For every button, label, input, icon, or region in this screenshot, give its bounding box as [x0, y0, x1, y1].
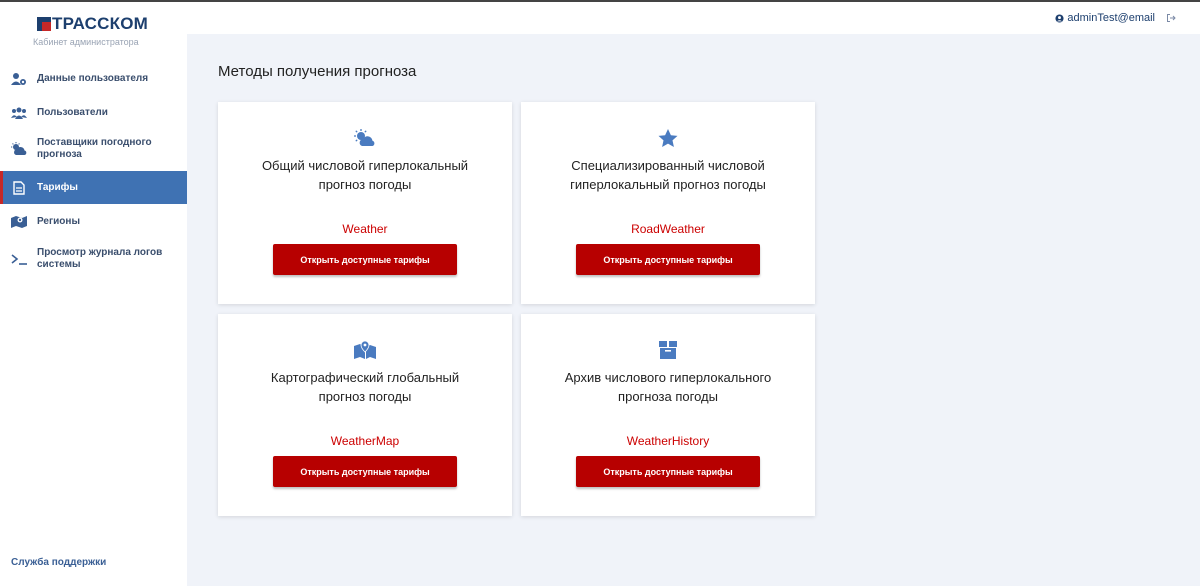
- sidebar-item-label: Регионы: [37, 216, 80, 227]
- terminal-icon: [11, 251, 27, 267]
- sidebar-item-user-data[interactable]: Данные пользователя: [0, 68, 187, 90]
- sidebar-item-regions[interactable]: Регионы: [0, 211, 187, 233]
- support-link[interactable]: Служба поддержки: [11, 557, 106, 568]
- sidebar-item-label: Данные пользователя: [37, 73, 149, 84]
- users-icon: [11, 105, 27, 121]
- user-menu[interactable]: adminTest@email: [1055, 12, 1176, 24]
- card-road-weather: Специализированный числовой гиперлокальн…: [521, 102, 815, 304]
- card-title: Картографический глобальный прогноз пого…: [270, 370, 460, 404]
- open-tariffs-button[interactable]: Открыть доступные тарифы: [576, 244, 760, 275]
- brand-logo[interactable]: ТРАССКОМ: [37, 14, 148, 34]
- sidebar-item-label: Пользователи: [37, 107, 108, 118]
- card-code: Weather: [342, 222, 388, 236]
- card-code: WeatherMap: [330, 434, 400, 448]
- card-title: Общий числовой гиперлокальный прогноз по…: [261, 158, 469, 192]
- card-title: Специализированный числовой гиперлокальн…: [570, 158, 766, 192]
- sidebar: ТРАССКОМ Кабинет администратора Данные п…: [0, 0, 187, 586]
- main-content: Методы получения прогноза Общий числовой…: [187, 34, 1200, 586]
- brand-name: ТРАССКОМ: [52, 14, 148, 33]
- sidebar-item-system-logs[interactable]: Просмотр журнала логов системы: [0, 244, 187, 274]
- open-tariffs-button[interactable]: Открыть доступные тарифы: [576, 456, 760, 487]
- card-weather: Общий числовой гиперлокальный прогноз по…: [218, 102, 512, 304]
- sidebar-item-users[interactable]: Пользователи: [0, 102, 187, 124]
- user-circle-icon: [1055, 13, 1064, 23]
- sidebar-item-label: Тарифы: [37, 181, 78, 193]
- card-weather-history: Архив числового гиперлокального прогноза…: [521, 314, 815, 516]
- logo-mark-icon: [37, 17, 51, 31]
- sidebar-item-tariffs[interactable]: Тарифы: [0, 171, 187, 204]
- sidebar-item-label: Просмотр журнала логов системы: [37, 247, 163, 270]
- open-tariffs-button[interactable]: Открыть доступные тарифы: [273, 456, 457, 487]
- archive-box-icon: [521, 340, 815, 360]
- map-icon: [11, 214, 27, 230]
- brand-subtitle: Кабинет администратора: [33, 37, 139, 47]
- star-icon: [521, 128, 815, 148]
- cloud-sun-icon: [218, 128, 512, 148]
- page-title: Методы получения прогноза: [218, 63, 417, 80]
- user-gear-icon: [11, 71, 27, 87]
- card-title: Архив числового гиперлокального прогноза…: [564, 370, 772, 404]
- sidebar-item-label: Поставщики погодного прогноза: [37, 137, 152, 160]
- map-marker-icon: [218, 340, 512, 360]
- user-email: adminTest@email: [1067, 12, 1155, 24]
- cloud-sun-icon: [11, 141, 27, 157]
- card-code: RoadWeather: [631, 222, 705, 236]
- card-code: WeatherHistory: [626, 434, 710, 448]
- document-icon: [11, 180, 27, 196]
- sidebar-item-weather-providers[interactable]: Поставщики погодного прогноза: [0, 134, 187, 164]
- open-tariffs-button[interactable]: Открыть доступные тарифы: [273, 244, 457, 275]
- logout-icon[interactable]: [1166, 13, 1176, 23]
- card-weather-map: Картографический глобальный прогноз пого…: [218, 314, 512, 516]
